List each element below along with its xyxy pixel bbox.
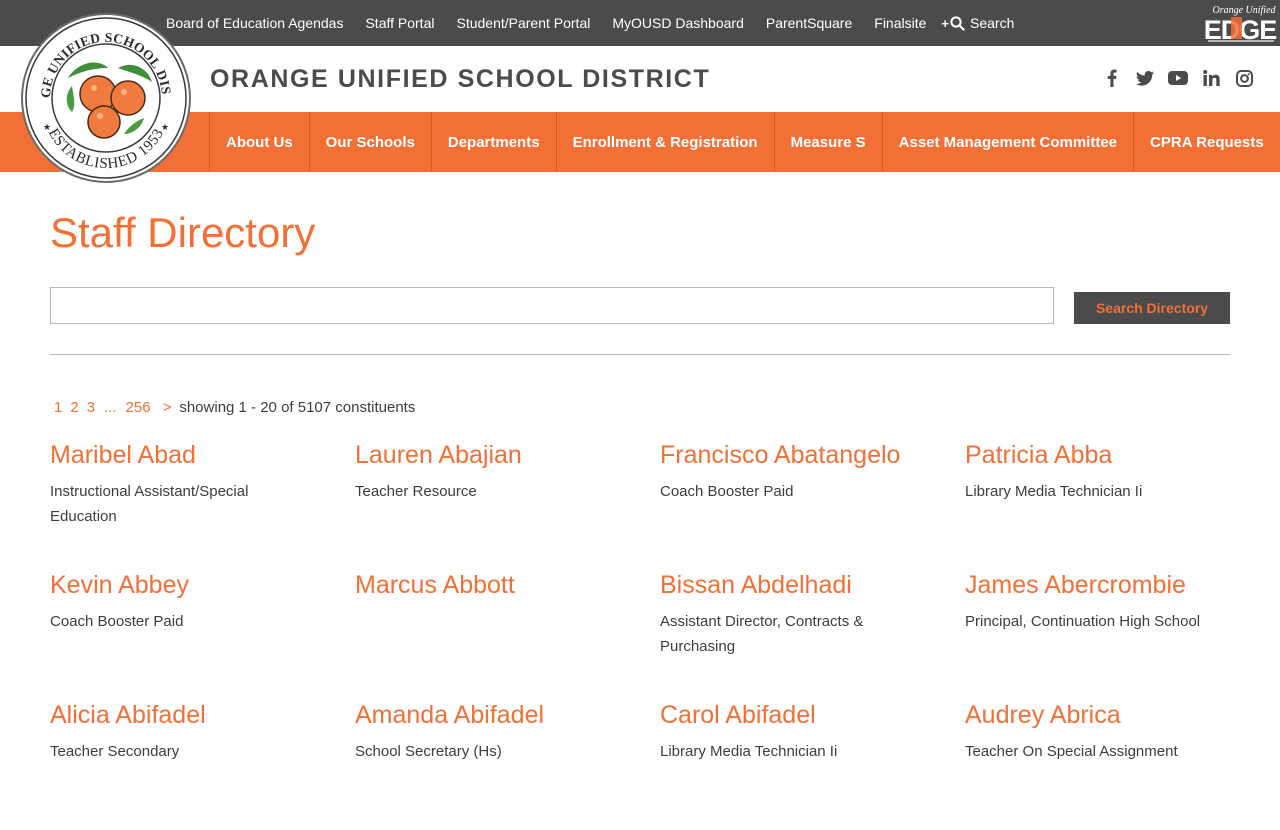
main-nav-items: About Us Our Schools Departments Enrollm…: [209, 112, 1280, 172]
pager-summary: showing 1 - 20 of 5107 constituents: [179, 399, 416, 416]
person-title: Teacher On Special Assignment: [965, 743, 1178, 760]
main-nav: About Us Our Schools Departments Enrollm…: [0, 112, 1280, 172]
site-header: ORANGE UNIFIED SCHOOL DISTRICT: [0, 46, 1280, 112]
plus-icon: +: [941, 15, 949, 31]
svg-text:★: ★: [161, 122, 169, 132]
utility-search-button[interactable]: + Search: [941, 15, 1014, 31]
nav-item-asset-management-committee[interactable]: Asset Management Committee: [881, 112, 1133, 172]
social-links: [1089, 68, 1254, 88]
nav-item-cpra-requests[interactable]: CPRA Requests: [1133, 112, 1280, 172]
person-name-link[interactable]: Marcus Abbott: [355, 570, 660, 600]
nav-item-enrollment-registration[interactable]: Enrollment & Registration: [555, 112, 774, 172]
divider: [50, 354, 1230, 355]
district-seal-logo[interactable]: ORANGE UNIFIED SCHOOL DISTRICT ESTABLISH…: [15, 0, 192, 184]
utility-link-finalsite[interactable]: Finalsite: [874, 15, 926, 31]
page-link-2[interactable]: 2: [70, 399, 78, 416]
person-name-link[interactable]: Audrey Abrica: [965, 700, 1270, 730]
person-name-link[interactable]: James Abercrombie: [965, 570, 1270, 600]
list-item: Bissan Abdelhadi Assistant Director, Con…: [660, 570, 965, 700]
person-title: Library Media Technician Ii: [965, 483, 1143, 500]
facebook-icon[interactable]: [1102, 68, 1122, 88]
list-item: Audrey Abrica Teacher On Special Assignm…: [965, 700, 1270, 830]
person-title: School Secretary (Hs): [355, 743, 502, 760]
edge-logo[interactable]: Orange Unified EDGE: [1204, 3, 1278, 45]
page-link-3[interactable]: 3: [87, 399, 95, 416]
nav-item-measure-s[interactable]: Measure S: [773, 112, 882, 172]
utility-search-label: Search: [970, 15, 1015, 31]
twitter-icon[interactable]: [1135, 68, 1155, 88]
list-item: Alicia Abifadel Teacher Secondary: [50, 700, 355, 830]
person-name-link[interactable]: Kevin Abbey: [50, 570, 355, 600]
instagram-icon[interactable]: [1234, 68, 1254, 88]
utility-link-student-parent-portal[interactable]: Student/Parent Portal: [456, 15, 590, 31]
list-item: Marcus Abbott: [355, 570, 660, 700]
person-title: Assistant Director, Contracts & Purchasi…: [660, 613, 864, 655]
utility-bar: Board of Education Agendas Staff Portal …: [0, 0, 1280, 46]
page-link-last[interactable]: 256: [126, 399, 151, 416]
list-item: Lauren Abajian Teacher Resource: [355, 440, 660, 570]
utility-link-board-agendas[interactable]: Board of Education Agendas: [166, 15, 343, 31]
site-title[interactable]: ORANGE UNIFIED SCHOOL DISTRICT: [210, 65, 710, 94]
staff-directory-list: Maribel Abad Instructional Assistant/Spe…: [50, 440, 1280, 830]
person-title: Teacher Secondary: [50, 743, 180, 760]
list-item: Amanda Abifadel School Secretary (Hs): [355, 700, 660, 830]
linkedin-icon[interactable]: [1201, 68, 1221, 88]
list-item: Maribel Abad Instructional Assistant/Spe…: [50, 440, 355, 570]
page-next-button[interactable]: >: [163, 399, 172, 416]
nav-item-about-us[interactable]: About Us: [209, 112, 309, 172]
person-title: Teacher Resource: [355, 483, 477, 500]
nav-item-our-schools[interactable]: Our Schools: [308, 112, 431, 172]
search-directory-button[interactable]: Search Directory: [1074, 292, 1230, 324]
page-link-1[interactable]: 1: [54, 399, 62, 416]
utility-links: Board of Education Agendas Staff Portal …: [166, 0, 1014, 46]
nav-item-departments[interactable]: Departments: [430, 112, 556, 172]
svg-text:★: ★: [43, 122, 51, 132]
person-name-link[interactable]: Patricia Abba: [965, 440, 1270, 470]
list-item: James Abercrombie Principal, Continuatio…: [965, 570, 1270, 700]
person-name-link[interactable]: Amanda Abifadel: [355, 700, 660, 730]
person-name-link[interactable]: Carol Abifadel: [660, 700, 965, 730]
person-name-link[interactable]: Francisco Abatangelo: [660, 440, 965, 470]
pagination: 1 2 3 ... 256 > showing 1 - 20 of 5107 c…: [50, 399, 415, 416]
person-name-link[interactable]: Alicia Abifadel: [50, 700, 355, 730]
person-title: Library Media Technician Ii: [660, 743, 838, 760]
list-item: Kevin Abbey Coach Booster Paid: [50, 570, 355, 700]
person-title: Principal, Continuation High School: [965, 613, 1201, 630]
list-item: Francisco Abatangelo Coach Booster Paid: [660, 440, 965, 570]
person-name-link[interactable]: Bissan Abdelhadi: [660, 570, 965, 600]
search-icon: [950, 15, 965, 31]
utility-link-myousd-dashboard[interactable]: MyOUSD Dashboard: [612, 15, 744, 31]
youtube-icon[interactable]: [1168, 68, 1188, 88]
utility-link-staff-portal[interactable]: Staff Portal: [365, 15, 434, 31]
list-item: Patricia Abba Library Media Technician I…: [965, 440, 1270, 570]
directory-search-input[interactable]: [50, 287, 1054, 324]
person-title: Instructional Assistant/Special Educatio…: [50, 483, 249, 525]
list-item: Carol Abifadel Library Media Technician …: [660, 700, 965, 830]
person-title: Coach Booster Paid: [660, 483, 794, 500]
page-ellipsis: ...: [104, 399, 117, 416]
page-title: Staff Directory: [50, 209, 316, 256]
person-title: Coach Booster Paid: [50, 613, 184, 630]
utility-link-parentsquare[interactable]: ParentSquare: [766, 15, 852, 31]
person-name-link[interactable]: Lauren Abajian: [355, 440, 660, 470]
person-name-link[interactable]: Maribel Abad: [50, 440, 355, 470]
